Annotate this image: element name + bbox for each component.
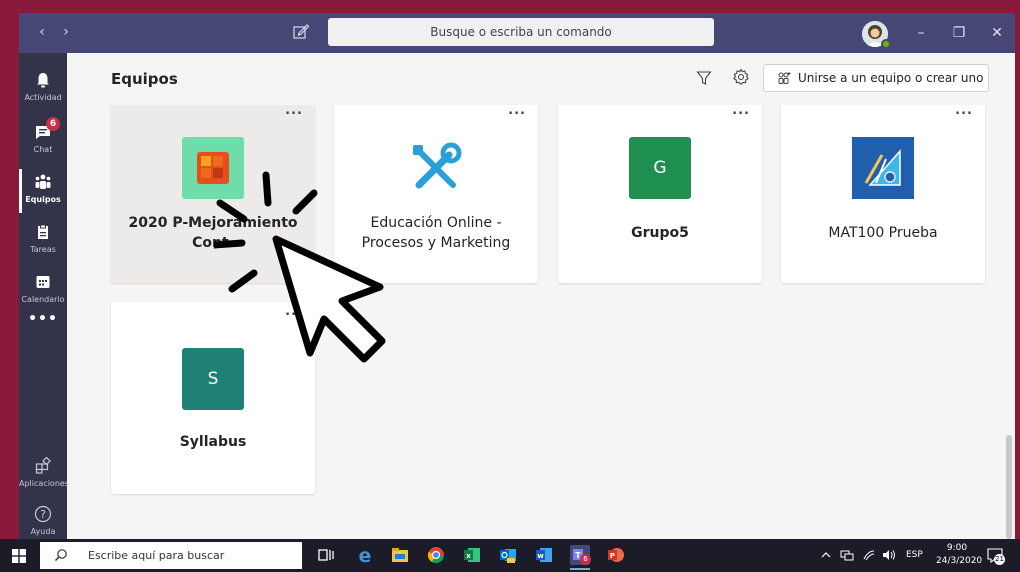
svg-text:x: x (466, 552, 471, 560)
page-header: Equipos Unirse a un equipo o crear uno (67, 53, 1015, 105)
rail-item-label: Calendario (21, 295, 65, 304)
excel-icon[interactable]: x (462, 545, 482, 565)
rail-item-equipos[interactable]: Equipos (19, 165, 67, 217)
search-icon (55, 549, 67, 561)
team-name: Syllabus (179, 434, 247, 450)
rail-item-label: Tareas (30, 245, 56, 254)
rail-item-label: Actividad (24, 93, 62, 102)
rail-item-chat[interactable]: 6 Chat (19, 115, 67, 167)
team-tile (852, 137, 914, 199)
join-or-create-team-button[interactable]: Unirse a un equipo o crear uno (763, 64, 989, 92)
close-button[interactable]: ✕ (987, 23, 1007, 43)
rail-item-ayuda[interactable]: ? Ayuda (19, 497, 67, 539)
windows-start-icon[interactable] (12, 549, 26, 563)
network-icon[interactable] (840, 549, 854, 561)
svg-text:P: P (610, 552, 615, 560)
edge-browser-icon[interactable]: e (355, 545, 375, 565)
rail-item-label: Equipos (25, 195, 61, 204)
team-tile: G (629, 137, 691, 199)
team-more-options-button[interactable]: ... (508, 105, 526, 118)
keyboard-language[interactable]: ESP (906, 550, 923, 560)
notification-count-badge: 21 (994, 554, 1005, 565)
teams-grid: ... 2020 P-Mejoramiento Cont. ... Educac… (67, 105, 1015, 539)
rail-item-tareas[interactable]: Tareas (19, 215, 67, 267)
taskbar-clock[interactable]: 9:00 24/3/2020 (936, 542, 982, 568)
team-more-options-button[interactable]: ... (732, 105, 750, 118)
bell-icon (37, 73, 49, 88)
action-center-button[interactable]: 21 (986, 546, 1005, 565)
page-title: Equipos (111, 70, 178, 88)
chevron-up-icon[interactable] (820, 550, 832, 560)
team-initial: G (653, 158, 667, 178)
team-more-options-button[interactable]: ... (955, 105, 973, 118)
team-name: MAT100 Prueba (828, 225, 938, 241)
svg-text:e: e (359, 545, 372, 565)
teams-taskbar-badge: 6 (580, 554, 591, 565)
more-apps-button[interactable]: ••• (19, 311, 67, 327)
svg-text:?: ? (40, 508, 46, 521)
team-name: Grupo5 (631, 225, 689, 241)
assignments-icon (38, 224, 48, 239)
join-button-label: Unirse a un equipo o crear uno (798, 71, 984, 85)
add-team-icon (778, 72, 791, 84)
title-bar: ‹ › Busque o escriba un comando – ❐ ✕ (19, 13, 1015, 53)
back-button[interactable]: ‹ (33, 22, 51, 42)
maximize-button[interactable]: ❐ (949, 23, 969, 43)
app-rail: Actividad 6 Chat Equipos Tareas Calendar… (19, 53, 69, 539)
volume-icon[interactable] (882, 549, 898, 561)
rail-item-label: Chat (33, 145, 53, 154)
rail-item-calendario[interactable]: Calendario (19, 265, 67, 317)
geometry-icon (852, 137, 914, 199)
click-cursor-icon (214, 171, 386, 363)
windows-taskbar: Escribe aquí para buscar e x w T 6 P ESP… (0, 539, 1020, 572)
teams-taskbar-app[interactable]: T 6 (570, 545, 591, 570)
help-icon: ? (34, 505, 52, 523)
word-icon[interactable]: w (534, 545, 554, 565)
chrome-icon[interactable] (426, 545, 446, 565)
teams-icon (35, 174, 51, 189)
filter-icon[interactable] (696, 70, 712, 86)
calendar-icon (36, 276, 50, 288)
task-view-icon[interactable] (316, 545, 336, 565)
svg-text:w: w (537, 552, 544, 560)
file-explorer-icon[interactable] (390, 545, 410, 565)
outlook-icon[interactable] (498, 545, 518, 565)
compose-icon[interactable] (292, 23, 310, 41)
presence-available-icon (881, 39, 891, 49)
command-search-box[interactable]: Busque o escriba un comando (328, 18, 714, 46)
forward-button[interactable]: › (57, 22, 75, 42)
chat-badge: 6 (46, 117, 60, 131)
team-card-grupo5[interactable]: ... G Grupo5 (558, 105, 762, 283)
rail-item-aplicaciones[interactable]: Aplicaciones (19, 449, 69, 501)
gear-icon[interactable] (732, 68, 750, 86)
rail-item-label: Aplicaciones (19, 479, 69, 488)
content-scrollbar[interactable] (1006, 435, 1012, 539)
taskbar-search-placeholder: Escribe aquí para buscar (88, 549, 225, 562)
minimize-button[interactable]: – (911, 23, 931, 43)
team-card-mat100[interactable]: ... MAT100 Prueba (781, 105, 985, 283)
apps-icon (35, 457, 51, 474)
rail-item-label: Ayuda (30, 527, 56, 536)
powerpoint-icon[interactable]: P (606, 545, 626, 565)
teams-window: ‹ › Busque o escriba un comando – ❐ ✕ Ac… (19, 13, 1015, 539)
pen-workspace-icon[interactable] (862, 549, 876, 561)
team-more-options-button[interactable]: ... (285, 105, 303, 118)
taskbar-search-box[interactable]: Escribe aquí para buscar (40, 542, 302, 569)
rail-item-actividad[interactable]: Actividad (19, 63, 67, 115)
